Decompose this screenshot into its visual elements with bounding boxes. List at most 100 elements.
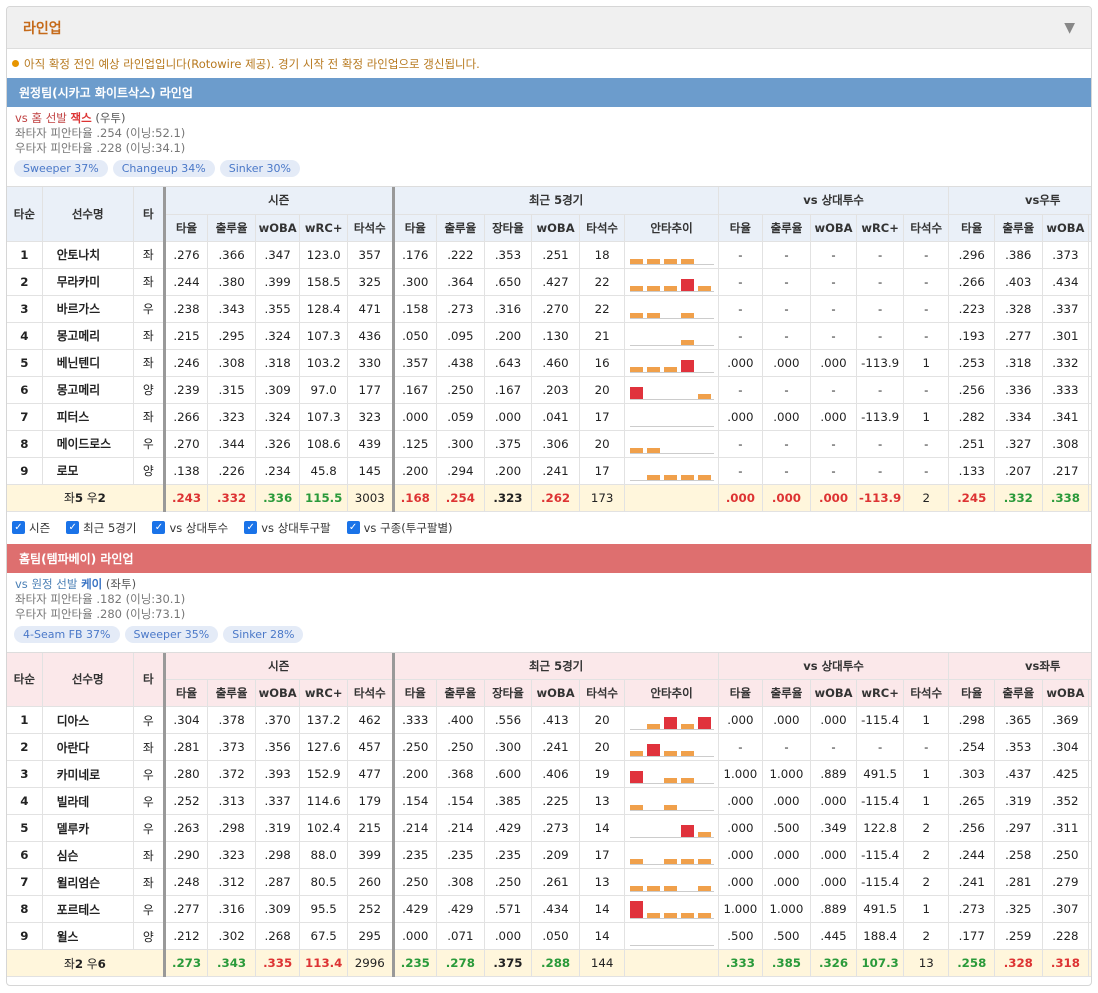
filter-checkbox[interactable]: ✓ vs 상대투수 [152, 520, 228, 536]
checkbox-checked-icon[interactable]: ✓ [244, 521, 258, 534]
player-name[interactable]: 윌스 [42, 922, 134, 950]
vs-hand-stat: 34.2 [1088, 457, 1091, 485]
checkbox-checked-icon[interactable]: ✓ [12, 521, 25, 534]
player-row[interactable]: 3 바르가스 우 .238.343.355 128.4 471.158.273.316.2… [7, 295, 1091, 323]
hit-trend [624, 787, 719, 815]
lineup-panel: 라인업 ▼ 아직 확정 전인 예상 라인업입니다(Rotowire 제공). 경… [6, 6, 1092, 986]
filter-checkbox[interactable]: ✓ vs 구종(투구팔별) [346, 520, 453, 536]
season-stat: .234 [255, 457, 301, 485]
player-name[interactable]: 무라카미 [42, 268, 134, 296]
panel-header[interactable]: 라인업 ▼ [7, 7, 1091, 49]
vs-pitcher-stat: 1.000 [762, 760, 811, 788]
player-row[interactable]: 6 몽고메리 양 .239.315.309 97.0 177.167.250.167.20… [7, 376, 1091, 404]
total-season-stat: .336 [255, 484, 301, 512]
checkbox-checked-icon[interactable]: ✓ [66, 521, 80, 534]
player-row[interactable]: 4 빌라데 우 .252.313.337 114.6 179.154.154.385.22… [7, 787, 1091, 815]
checkbox-checked-icon[interactable]: ✓ [152, 521, 166, 534]
vs-hand-stat: 55.3 [1088, 841, 1091, 869]
recent-stat: .167 [484, 376, 533, 404]
vs-pitcher-stat: - [810, 430, 858, 458]
vs-hand-stat: .369 [1042, 706, 1090, 734]
hit-trend-bar [646, 474, 660, 480]
home-pitcher-name[interactable]: 케이 [81, 577, 102, 591]
vs-pitcher-stat: - [762, 241, 811, 269]
player-row[interactable]: 9 로모 양 .138.226.234 45.8 145.200.294.200.241 1… [7, 457, 1091, 485]
vs-hand-stat: .256 [948, 814, 996, 842]
player-row[interactable]: 7 피터스 좌 .266.323.324 107.3 323.000.059.000.04… [7, 403, 1091, 431]
collapse-toggle-icon[interactable]: ▼ [1064, 20, 1075, 36]
player-name[interactable]: 아란다 [42, 733, 134, 761]
player-row[interactable]: 2 무라카미 좌 .244.380.399 158.5 325.300.364.650.4… [7, 268, 1091, 296]
player-name[interactable]: 피터스 [42, 403, 134, 431]
player-name[interactable]: 메이드로스 [42, 430, 134, 458]
filter-checkbox[interactable]: ✓ vs 상대투구팔 [244, 520, 331, 536]
away-lineup-table-wrap[interactable]: 타순 선수명 타 시즌 최근 5경기 vs 상대투수 vs우투 타율 출루율 wOB… [7, 186, 1091, 512]
total-recent-stat: .278 [436, 949, 485, 977]
player-row[interactable]: 2 아란다 좌 .281.373.356 127.6 457.250.250.300.24… [7, 733, 1091, 761]
player-name[interactable]: 안토나치 [42, 241, 134, 269]
player-name[interactable]: 빌라데 [42, 787, 134, 815]
player-row[interactable]: 9 윌스 양 .212.302.268 67.5 295.000.071.000.050 1… [7, 922, 1091, 950]
bat-hand: 우 [133, 430, 165, 458]
vs-pitcher-stat: - [718, 268, 764, 296]
vs-hand-stat: .177 [948, 922, 996, 950]
away-pitcher-name[interactable]: 잭스 [71, 111, 92, 125]
total-vs-stat: -113.9 [856, 484, 904, 512]
vs-pitcher-stat: .000 [762, 349, 811, 377]
group-vs-pitcher: vs 상대투수 [718, 652, 950, 680]
season-stat: 177 [347, 376, 394, 404]
season-stat: 145 [347, 457, 394, 485]
vs-hand-stat: 96.4 [1088, 430, 1091, 458]
recent-stat: .406 [531, 760, 580, 788]
season-stat: 295 [347, 922, 394, 950]
hit-trend-bar [680, 913, 694, 918]
home-lineup-table-wrap[interactable]: 타순 선수명 타 시즌 최근 5경기 vs 상대투수 vs좌투 타율 출루율 wOB… [7, 651, 1091, 977]
player-name[interactable]: 베닌텐디 [42, 349, 134, 377]
player-name[interactable]: 로모 [42, 457, 134, 485]
player-name[interactable]: 몽고메리 [42, 376, 134, 404]
player-name[interactable]: 심슨 [42, 841, 134, 869]
player-name[interactable]: 델루카 [42, 814, 134, 842]
total-season-stat: 2996 [347, 949, 394, 977]
season-stat: .324 [255, 322, 301, 350]
player-row[interactable]: 5 베닌텐디 좌 .246.308.318 103.2 330.357.438.643.4… [7, 349, 1091, 377]
vs-pitcher-stat: .000 [762, 706, 811, 734]
vs-hand-stat: .437 [994, 760, 1043, 788]
total-vs-stat: 2 [903, 484, 950, 512]
player-name[interactable]: 몽고메리 [42, 322, 134, 350]
batting-order: 9 [7, 457, 43, 485]
player-row[interactable]: 5 델루카 우 .263.298.319 102.4 215.214.214.429.27… [7, 814, 1091, 842]
recent-stat: .429 [391, 895, 438, 923]
vs-hand-stat: .217 [1042, 457, 1090, 485]
player-row[interactable]: 3 카미네로 우 .280.372.393 152.9 477.200.368.600.4… [7, 760, 1091, 788]
vs-pitcher-stat: - [762, 322, 811, 350]
recent-stat: 18 [579, 241, 626, 269]
player-name[interactable]: 포르테스 [42, 895, 134, 923]
player-row[interactable]: 6 심슨 좌 .290.323.298 88.0 399.235.235.235.209 1… [7, 841, 1091, 869]
player-row[interactable]: 7 윌리엄슨 좌 .248.312.287 80.5 260.250.308.250.26… [7, 868, 1091, 896]
player-row[interactable]: 1 디아스 우 .304.378.370 137.2 462.333.400.556.41… [7, 706, 1091, 734]
vs-pitcher-stat: - [810, 295, 858, 323]
vs-pitcher-stat: 1 [903, 760, 950, 788]
checkbox-checked-icon[interactable]: ✓ [346, 521, 360, 534]
player-name[interactable]: 바르가스 [42, 295, 134, 323]
filter-checkbox[interactable]: ✓ 시즌 [12, 520, 50, 536]
vs-pitcher-stat: - [856, 295, 904, 323]
away-pitcher-rhb: 우타자 피안타율 .228 (이닝:34.1) [15, 141, 186, 155]
recent-stat: 22 [579, 268, 626, 296]
player-name[interactable]: 디아스 [42, 706, 134, 734]
player-row[interactable]: 8 메이드로스 우 .270.344.326 108.6 439.125.300.375.… [7, 430, 1091, 458]
player-name[interactable]: 카미네로 [42, 760, 134, 788]
player-row[interactable]: 4 몽고메리 좌 .215.295.324 107.3 436.050.095.200.1… [7, 322, 1091, 350]
hit-trend-bar [680, 751, 694, 756]
total-hand-stat: .258 [948, 949, 996, 977]
filter-checkbox[interactable]: ✓ 최근 5경기 [66, 520, 136, 536]
player-name[interactable]: 윌리엄슨 [42, 868, 134, 896]
season-stat: 67.5 [299, 922, 348, 950]
group-vs-pitcher: vs 상대투수 [718, 187, 950, 215]
away-pitch-mix: Sweeper 37% Changeup 34% Sinker 30% [7, 156, 1091, 182]
player-row[interactable]: 8 포르테스 우 .277.316.309 95.5 252.429.429.571.43… [7, 895, 1091, 923]
season-stat: .280 [162, 760, 209, 788]
total-vs-stat: .000 [718, 484, 764, 512]
player-row[interactable]: 1 안토나치 좌 .276.366.347 123.0 357.176.222.353.2… [7, 241, 1091, 269]
